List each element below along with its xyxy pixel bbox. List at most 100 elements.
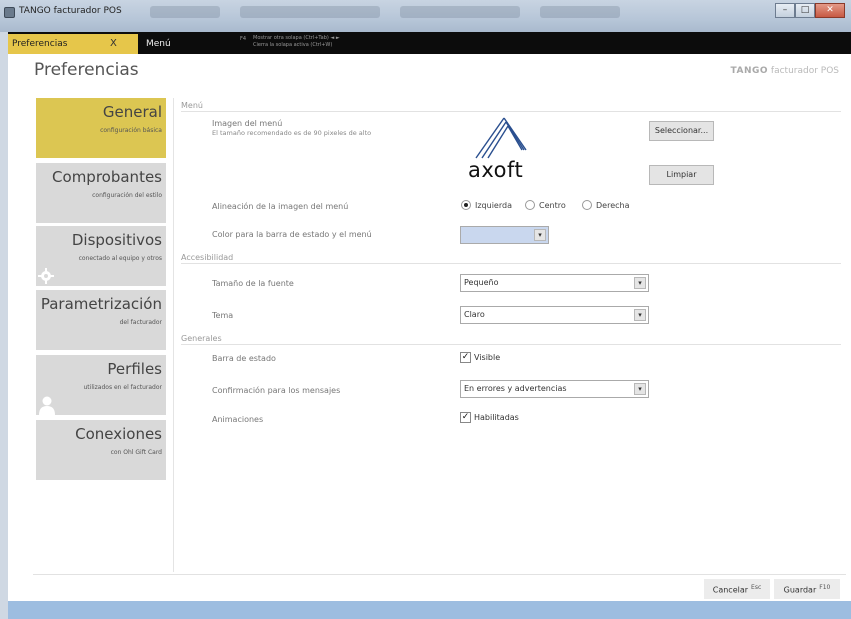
blurred-background-region <box>150 6 220 18</box>
app-icon <box>4 7 15 18</box>
nav-item-parametrizacion[interactable]: Parametrización del facturador <box>36 290 166 350</box>
tab-close-icon[interactable]: X <box>110 38 117 49</box>
nav-item-subtitle: conectado al equipo y otros <box>78 255 162 262</box>
nav-item-subtitle: del facturador <box>119 319 162 326</box>
shortcut-hint-line: Cierra la solapa activa (Ctrl+W) <box>253 42 333 48</box>
nav-item-title: Perfiles <box>107 360 162 378</box>
radio-label: Izquierda <box>475 200 512 210</box>
animations-checkbox[interactable]: ✓ Habilitadas <box>460 412 519 423</box>
font-size-dropdown[interactable]: Pequeño ▾ <box>460 274 649 292</box>
cancel-button[interactable]: Cancelar Esc <box>704 579 770 599</box>
user-icon <box>39 396 55 415</box>
chevron-down-icon: ▾ <box>634 277 646 289</box>
nav-item-conexiones[interactable]: Conexiones con Ohl Gift Card <box>36 420 166 480</box>
dropdown-value: Claro <box>464 310 485 319</box>
statusbar-label: Barra de estado <box>212 354 276 363</box>
nav-item-title: Dispositivos <box>71 231 162 249</box>
chevron-down-icon: ▾ <box>634 309 646 321</box>
section-header-menu: Menú <box>181 101 203 110</box>
nav-item-general[interactable]: General configuración básica <box>36 98 166 158</box>
align-label: Alineación de la imagen del menú <box>212 202 349 211</box>
section-header-accessibility: Accesibilidad <box>181 253 234 262</box>
confirm-dropdown[interactable]: En errores y advertencias ▾ <box>460 380 649 398</box>
align-radio-right[interactable]: Derecha <box>582 200 630 210</box>
tab-shortcut-hint: F4 Mostrar otra solapa (Ctrl+Tab) ◄ ► Ci… <box>240 35 340 49</box>
select-image-button[interactable]: Seleccionar... <box>649 121 714 141</box>
section-divider <box>181 263 841 264</box>
shortcut-key: Esc <box>751 584 762 591</box>
section-divider <box>181 344 841 345</box>
nav-item-perfiles[interactable]: Perfiles utilizados en el facturador <box>36 355 166 415</box>
nav-item-comprobantes[interactable]: Comprobantes configuración del estilo <box>36 163 166 223</box>
brand-product: facturador POS <box>770 66 839 76</box>
button-label: Guardar <box>783 585 817 595</box>
tab-strip: Preferencias X Menú F4 Mostrar otra sola… <box>8 32 851 54</box>
vertical-divider <box>173 98 174 572</box>
statusbar-visible-checkbox[interactable]: ✓ Visible <box>460 352 500 363</box>
font-size-label: Tamaño de la fuente <box>212 279 294 288</box>
chevron-down-icon: ▾ <box>634 383 646 395</box>
chevron-down-icon: ▾ <box>534 229 546 241</box>
radio-empty-icon <box>525 200 535 210</box>
tab-preferencias[interactable]: Preferencias X <box>8 34 138 54</box>
nav-item-title: Comprobantes <box>52 168 162 186</box>
radio-empty-icon <box>582 200 592 210</box>
brand-name: TANGO <box>730 66 769 76</box>
blurred-background-region <box>400 6 520 18</box>
radio-label: Derecha <box>596 200 630 210</box>
nav-item-dispositivos[interactable]: Dispositivos conectado al equipo y otros <box>36 226 166 286</box>
nav-item-title: General <box>102 103 162 121</box>
maximize-button[interactable]: □ <box>795 3 815 18</box>
blurred-background-region <box>540 6 620 18</box>
save-button[interactable]: Guardar F10 <box>774 579 840 599</box>
section-header-general: Generales <box>181 334 222 343</box>
brand-logo: TANGO facturador POS <box>731 66 839 76</box>
confirm-label: Confirmación para los mensajes <box>212 386 341 395</box>
shortcut-key-label: F4 <box>240 36 247 42</box>
status-bar <box>8 601 851 619</box>
clear-image-button[interactable]: Limpiar <box>649 165 714 185</box>
checkbox-label: Visible <box>474 353 501 362</box>
checkmark-icon: ✓ <box>460 352 471 363</box>
radio-label: Centro <box>539 200 566 210</box>
align-radio-center[interactable]: Centro <box>525 200 566 210</box>
nav-item-subtitle: configuración del estilo <box>92 192 162 199</box>
close-window-button[interactable]: ✕ <box>815 3 845 18</box>
theme-dropdown[interactable]: Claro ▾ <box>460 306 649 324</box>
section-divider <box>181 111 841 112</box>
theme-label: Tema <box>212 311 234 320</box>
blurred-background-region <box>240 6 380 18</box>
page-title: Preferencias <box>34 60 139 80</box>
shortcut-key: F10 <box>819 584 831 591</box>
nav-item-title: Parametrización <box>40 295 162 313</box>
color-picker-dropdown[interactable]: ▾ <box>460 226 549 244</box>
tab-label: Preferencias <box>12 39 68 49</box>
minimize-button[interactable]: – <box>775 3 795 18</box>
nav-item-subtitle: utilizados en el facturador <box>83 384 163 391</box>
align-radio-left[interactable]: Izquierda <box>461 200 512 210</box>
axoft-logo-icon <box>475 117 527 159</box>
main-panel: Preferencias TANGO facturador POS Genera… <box>8 54 851 601</box>
gear-icon <box>38 268 54 284</box>
dropdown-value: Pequeño <box>464 278 499 287</box>
nav-item-title: Conexiones <box>75 425 162 443</box>
dropdown-value: En errores y advertencias <box>464 384 567 393</box>
radio-selected-icon <box>461 200 471 210</box>
window-titlebar: TANGO facturador POS – □ ✕ <box>0 0 851 32</box>
window-title: TANGO facturador POS <box>19 6 122 16</box>
shortcut-hint-line: Mostrar otra solapa (Ctrl+Tab) ◄ ► <box>253 35 340 41</box>
button-label: Cancelar <box>712 585 749 595</box>
anim-label: Animaciones <box>212 415 264 424</box>
nav-item-subtitle: configuración básica <box>100 127 162 134</box>
color-label: Color para la barra de estado y el menú <box>212 230 372 239</box>
footer-divider <box>33 574 846 575</box>
menu-image-label: Imagen del menú El tamaño recomendado es… <box>212 119 371 137</box>
nav-item-subtitle: con Ohl Gift Card <box>110 449 162 456</box>
checkmark-icon: ✓ <box>460 412 471 423</box>
field-label: Imagen del menú <box>212 119 283 128</box>
field-hint: El tamaño recomendado es de 90 pixeles d… <box>212 129 372 137</box>
axoft-logo-text: axoft <box>468 158 524 182</box>
menu-image-preview: axoft <box>456 114 551 186</box>
checkbox-label: Habilitadas <box>474 413 519 422</box>
tab-menu[interactable]: Menú <box>146 39 171 49</box>
